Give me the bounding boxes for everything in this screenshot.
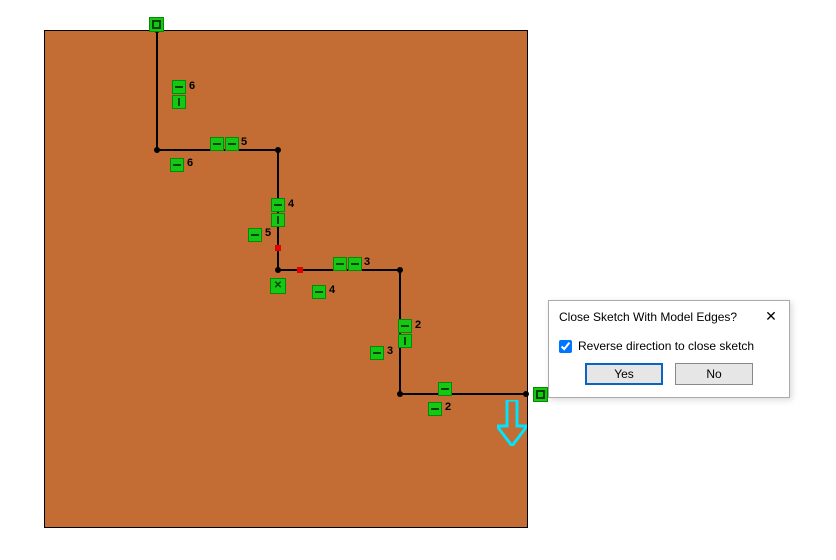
reverse-direction-label: Reverse direction to close sketch	[578, 339, 754, 353]
sketch-canvas[interactable]: 6 5 6 4 5 3 4 2 3 2	[0, 0, 836, 560]
sketch-endpoint[interactable]	[275, 147, 281, 153]
constraint-horiz-icon[interactable]	[172, 80, 186, 94]
constraint-horiz-icon[interactable]	[333, 257, 347, 271]
yes-button[interactable]: Yes	[585, 363, 663, 385]
constraint-vert-icon[interactable]	[271, 213, 285, 227]
constraint-fix-icon[interactable]	[533, 387, 548, 402]
constraint-number-label: 2	[415, 319, 421, 331]
close-icon[interactable]: ✕	[761, 307, 781, 327]
constraint-horiz-icon[interactable]	[348, 257, 362, 271]
constraint-number-label: 2	[445, 401, 451, 413]
sketch-endpoint[interactable]	[275, 267, 281, 273]
constraint-coin-icon[interactable]	[270, 278, 286, 294]
constraint-number-label: 3	[364, 256, 370, 268]
constraint-number-label: 4	[288, 198, 294, 210]
close-sketch-dialog: Close Sketch With Model Edges? ✕ Reverse…	[548, 300, 790, 398]
dialog-title: Close Sketch With Model Edges?	[559, 310, 737, 324]
sketch-endpoint[interactable]	[154, 147, 160, 153]
constraint-vert-icon[interactable]	[398, 334, 412, 348]
constraint-horiz-icon[interactable]	[210, 137, 224, 151]
constraint-number-label: 3	[387, 345, 393, 357]
sketch-endpoint[interactable]	[397, 391, 403, 397]
origin-marker	[275, 245, 281, 251]
constraint-horiz-icon[interactable]	[170, 158, 184, 172]
constraint-horiz-icon[interactable]	[248, 228, 262, 242]
reverse-direction-checkbox-row[interactable]: Reverse direction to close sketch	[559, 335, 779, 363]
sketch-segment[interactable]	[156, 30, 158, 150]
constraint-horiz-icon[interactable]	[370, 346, 384, 360]
no-button[interactable]: No	[675, 363, 753, 385]
constraint-number-label: 6	[187, 157, 193, 169]
model-face	[44, 30, 528, 528]
dialog-titlebar: Close Sketch With Model Edges? ✕	[549, 301, 789, 331]
reverse-direction-checkbox[interactable]	[559, 340, 572, 353]
sketch-endpoint[interactable]	[523, 391, 529, 397]
sketch-segment[interactable]	[400, 393, 526, 395]
constraint-horiz-icon[interactable]	[225, 137, 239, 151]
constraint-horiz-icon[interactable]	[271, 198, 285, 212]
constraint-number-label: 5	[241, 136, 247, 148]
direction-arrow-icon	[497, 400, 527, 446]
constraint-horiz-icon[interactable]	[438, 382, 452, 396]
constraint-horiz-icon[interactable]	[398, 319, 412, 333]
constraint-fix-icon[interactable]	[149, 17, 164, 32]
constraint-number-label: 6	[189, 80, 195, 92]
constraint-number-label: 4	[329, 284, 335, 296]
constraint-vert-icon[interactable]	[172, 95, 186, 109]
constraint-horiz-icon[interactable]	[312, 285, 326, 299]
origin-marker	[297, 267, 303, 273]
constraint-horiz-icon[interactable]	[428, 402, 442, 416]
constraint-number-label: 5	[265, 227, 271, 239]
sketch-endpoint[interactable]	[397, 267, 403, 273]
